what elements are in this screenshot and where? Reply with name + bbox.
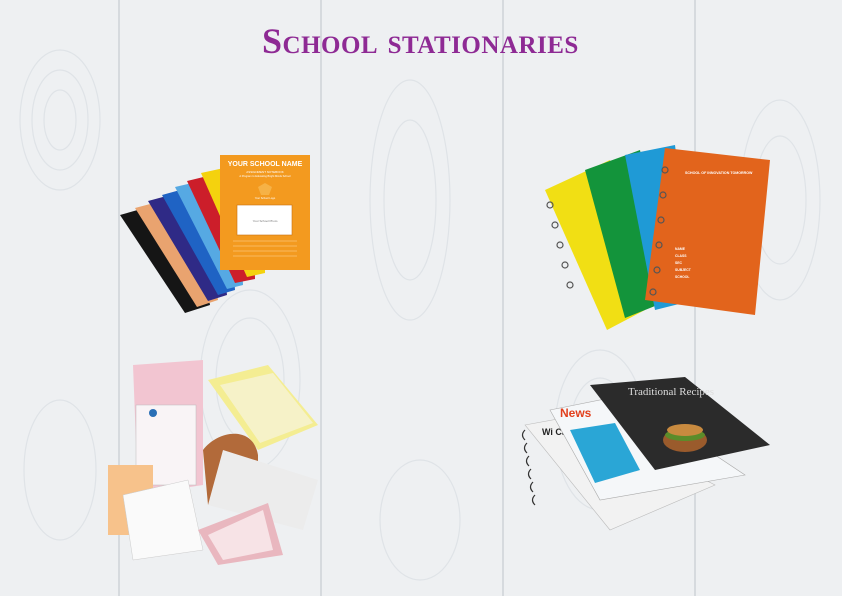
notebook-field: SUBJECT — [675, 268, 692, 272]
notebook-field: SCHOOL — [675, 275, 690, 279]
booklet-mid-title: News — [560, 406, 592, 420]
spiral-notebooks-image: SCHOOL OF INNOVATION TOMORROW NAME CLASS… — [535, 140, 780, 335]
cover-logo-text: Your School Logo — [255, 196, 276, 200]
notebook-field: SEC — [675, 261, 683, 265]
cover-line: ASSIGNMENT NOTEBOOK — [246, 170, 284, 174]
booklet-cover-title: Traditional Recipes — [628, 386, 714, 398]
cover-line: A Program to Educating Bright Minds Scho… — [239, 174, 291, 178]
page-title: School stationaries — [262, 21, 579, 61]
cover-label-box: Your School Photo — [253, 219, 278, 223]
exercise-books-image: YOUR SCHOOL NAME ASSIGNMENT NOTEBOOK A P… — [115, 135, 315, 315]
bill-books-image — [108, 355, 333, 570]
booklets-image: Wi Cat News Traditional Recipes — [520, 375, 775, 545]
notebook-heading: SCHOOL OF INNOVATION TOMORROW — [685, 171, 753, 175]
notebook-field: CLASS — [675, 254, 687, 258]
notebook-field: NAME — [675, 247, 686, 251]
cover-heading: YOUR SCHOOL NAME — [228, 161, 303, 168]
